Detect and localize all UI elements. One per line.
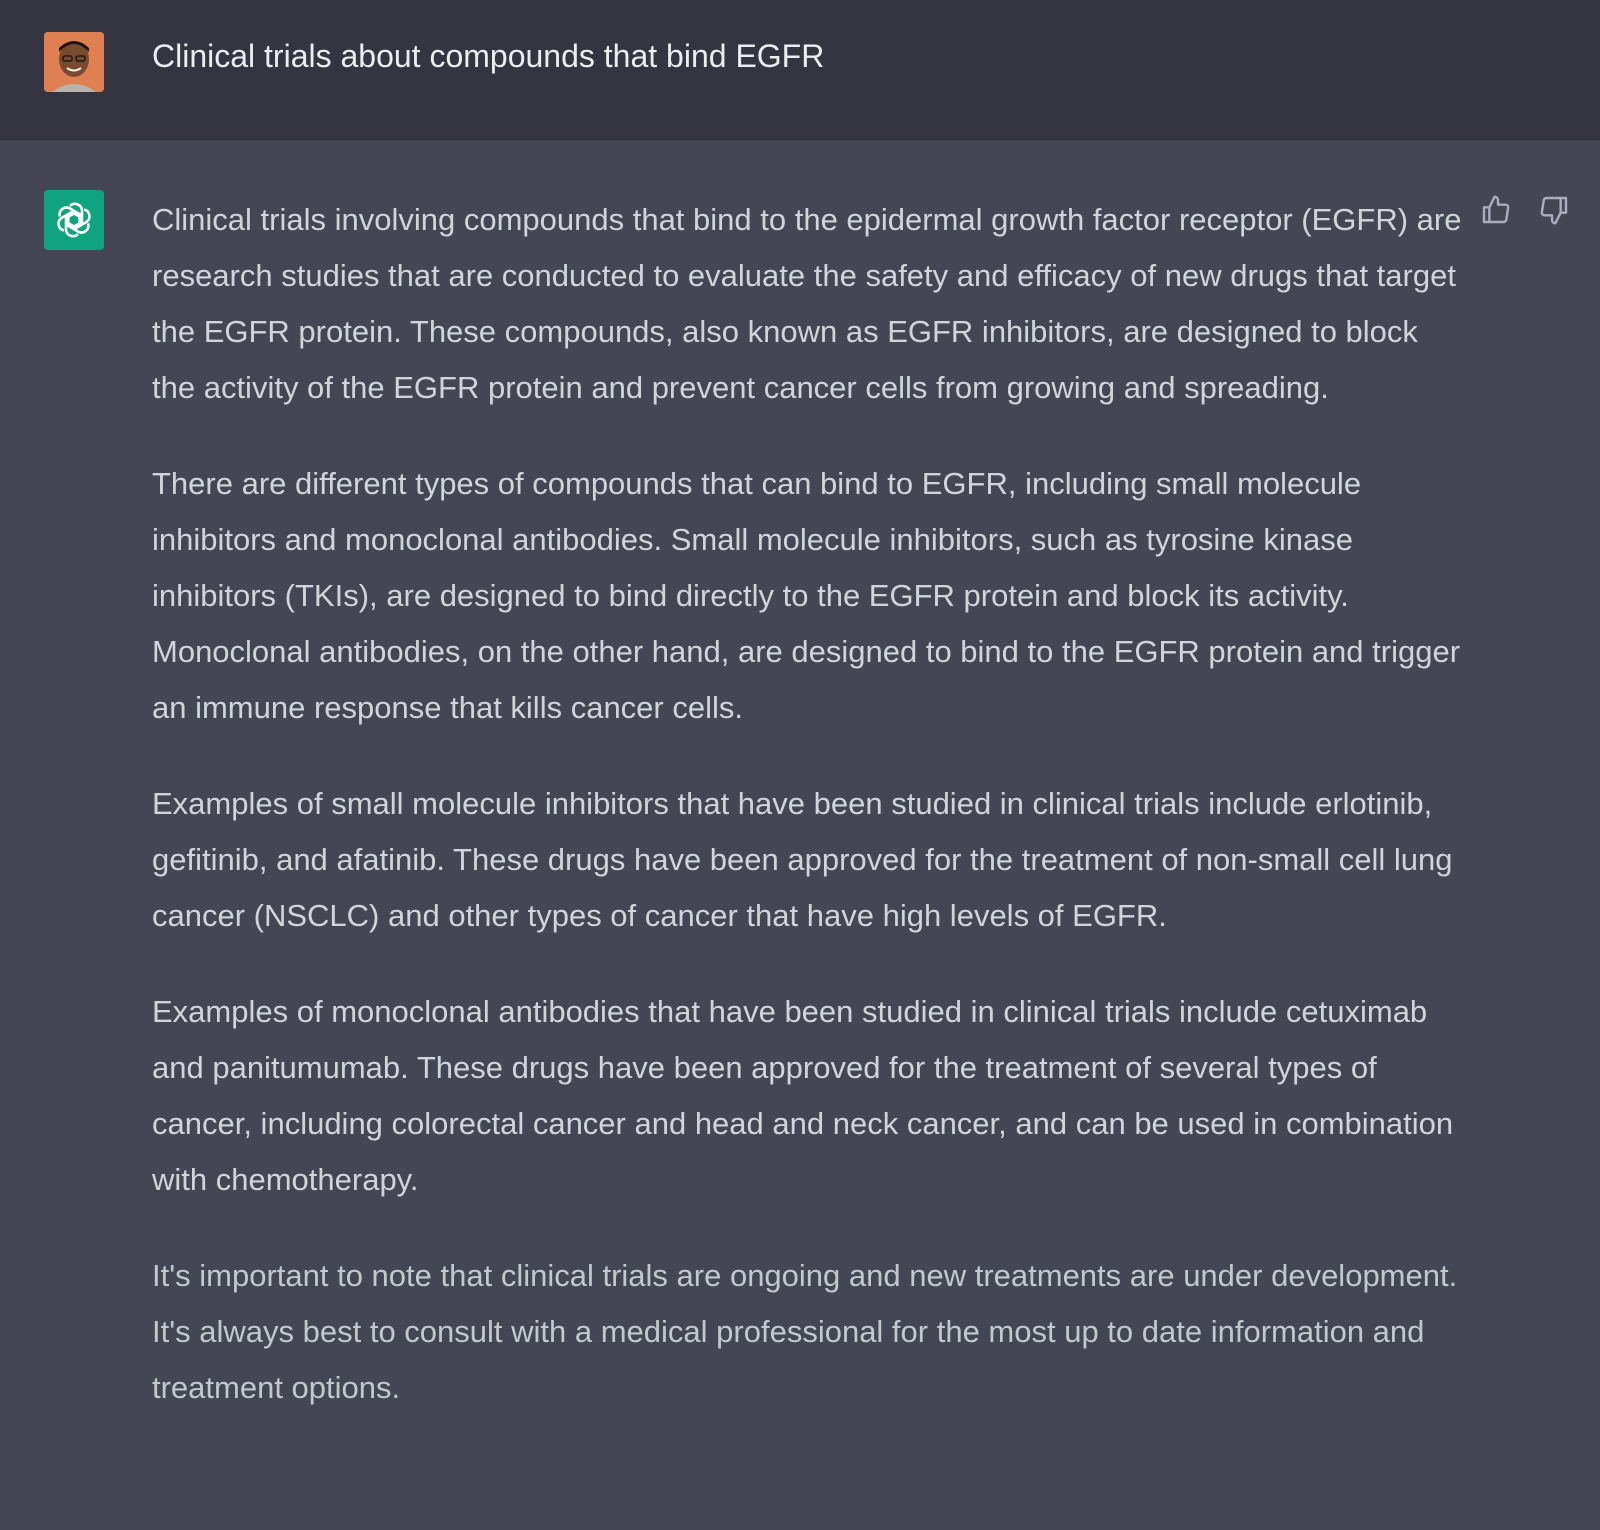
thumbs-up-icon	[1482, 195, 1510, 224]
response-paragraph: Clinical trials involving compounds that…	[152, 202, 1462, 405]
chat-page: Clinical trials about compounds that bin…	[0, 0, 1600, 1530]
thumbs-up-button[interactable]	[1478, 192, 1514, 228]
assistant-message-row: Clinical trials involving compounds that…	[0, 140, 1600, 1530]
assistant-avatar	[44, 190, 104, 250]
response-paragraph: There are different types of compounds t…	[152, 466, 1461, 725]
user-avatar-photo	[44, 32, 104, 92]
response-paragraph: Examples of small molecule inhibitors th…	[152, 786, 1453, 933]
user-prompt-text: Clinical trials about compounds that bin…	[152, 38, 825, 74]
thumbs-down-button[interactable]	[1536, 192, 1572, 228]
user-message-row: Clinical trials about compounds that bin…	[0, 0, 1600, 140]
user-avatar	[44, 32, 104, 92]
response-paragraph: Examples of monoclonal antibodies that h…	[152, 994, 1454, 1197]
openai-logo-icon	[57, 202, 91, 238]
response-paragraph: It's important to note that clinical tri…	[152, 1258, 1458, 1405]
thumbs-down-icon	[1540, 196, 1568, 225]
assistant-response: Clinical trials involving compounds that…	[152, 192, 1462, 1416]
